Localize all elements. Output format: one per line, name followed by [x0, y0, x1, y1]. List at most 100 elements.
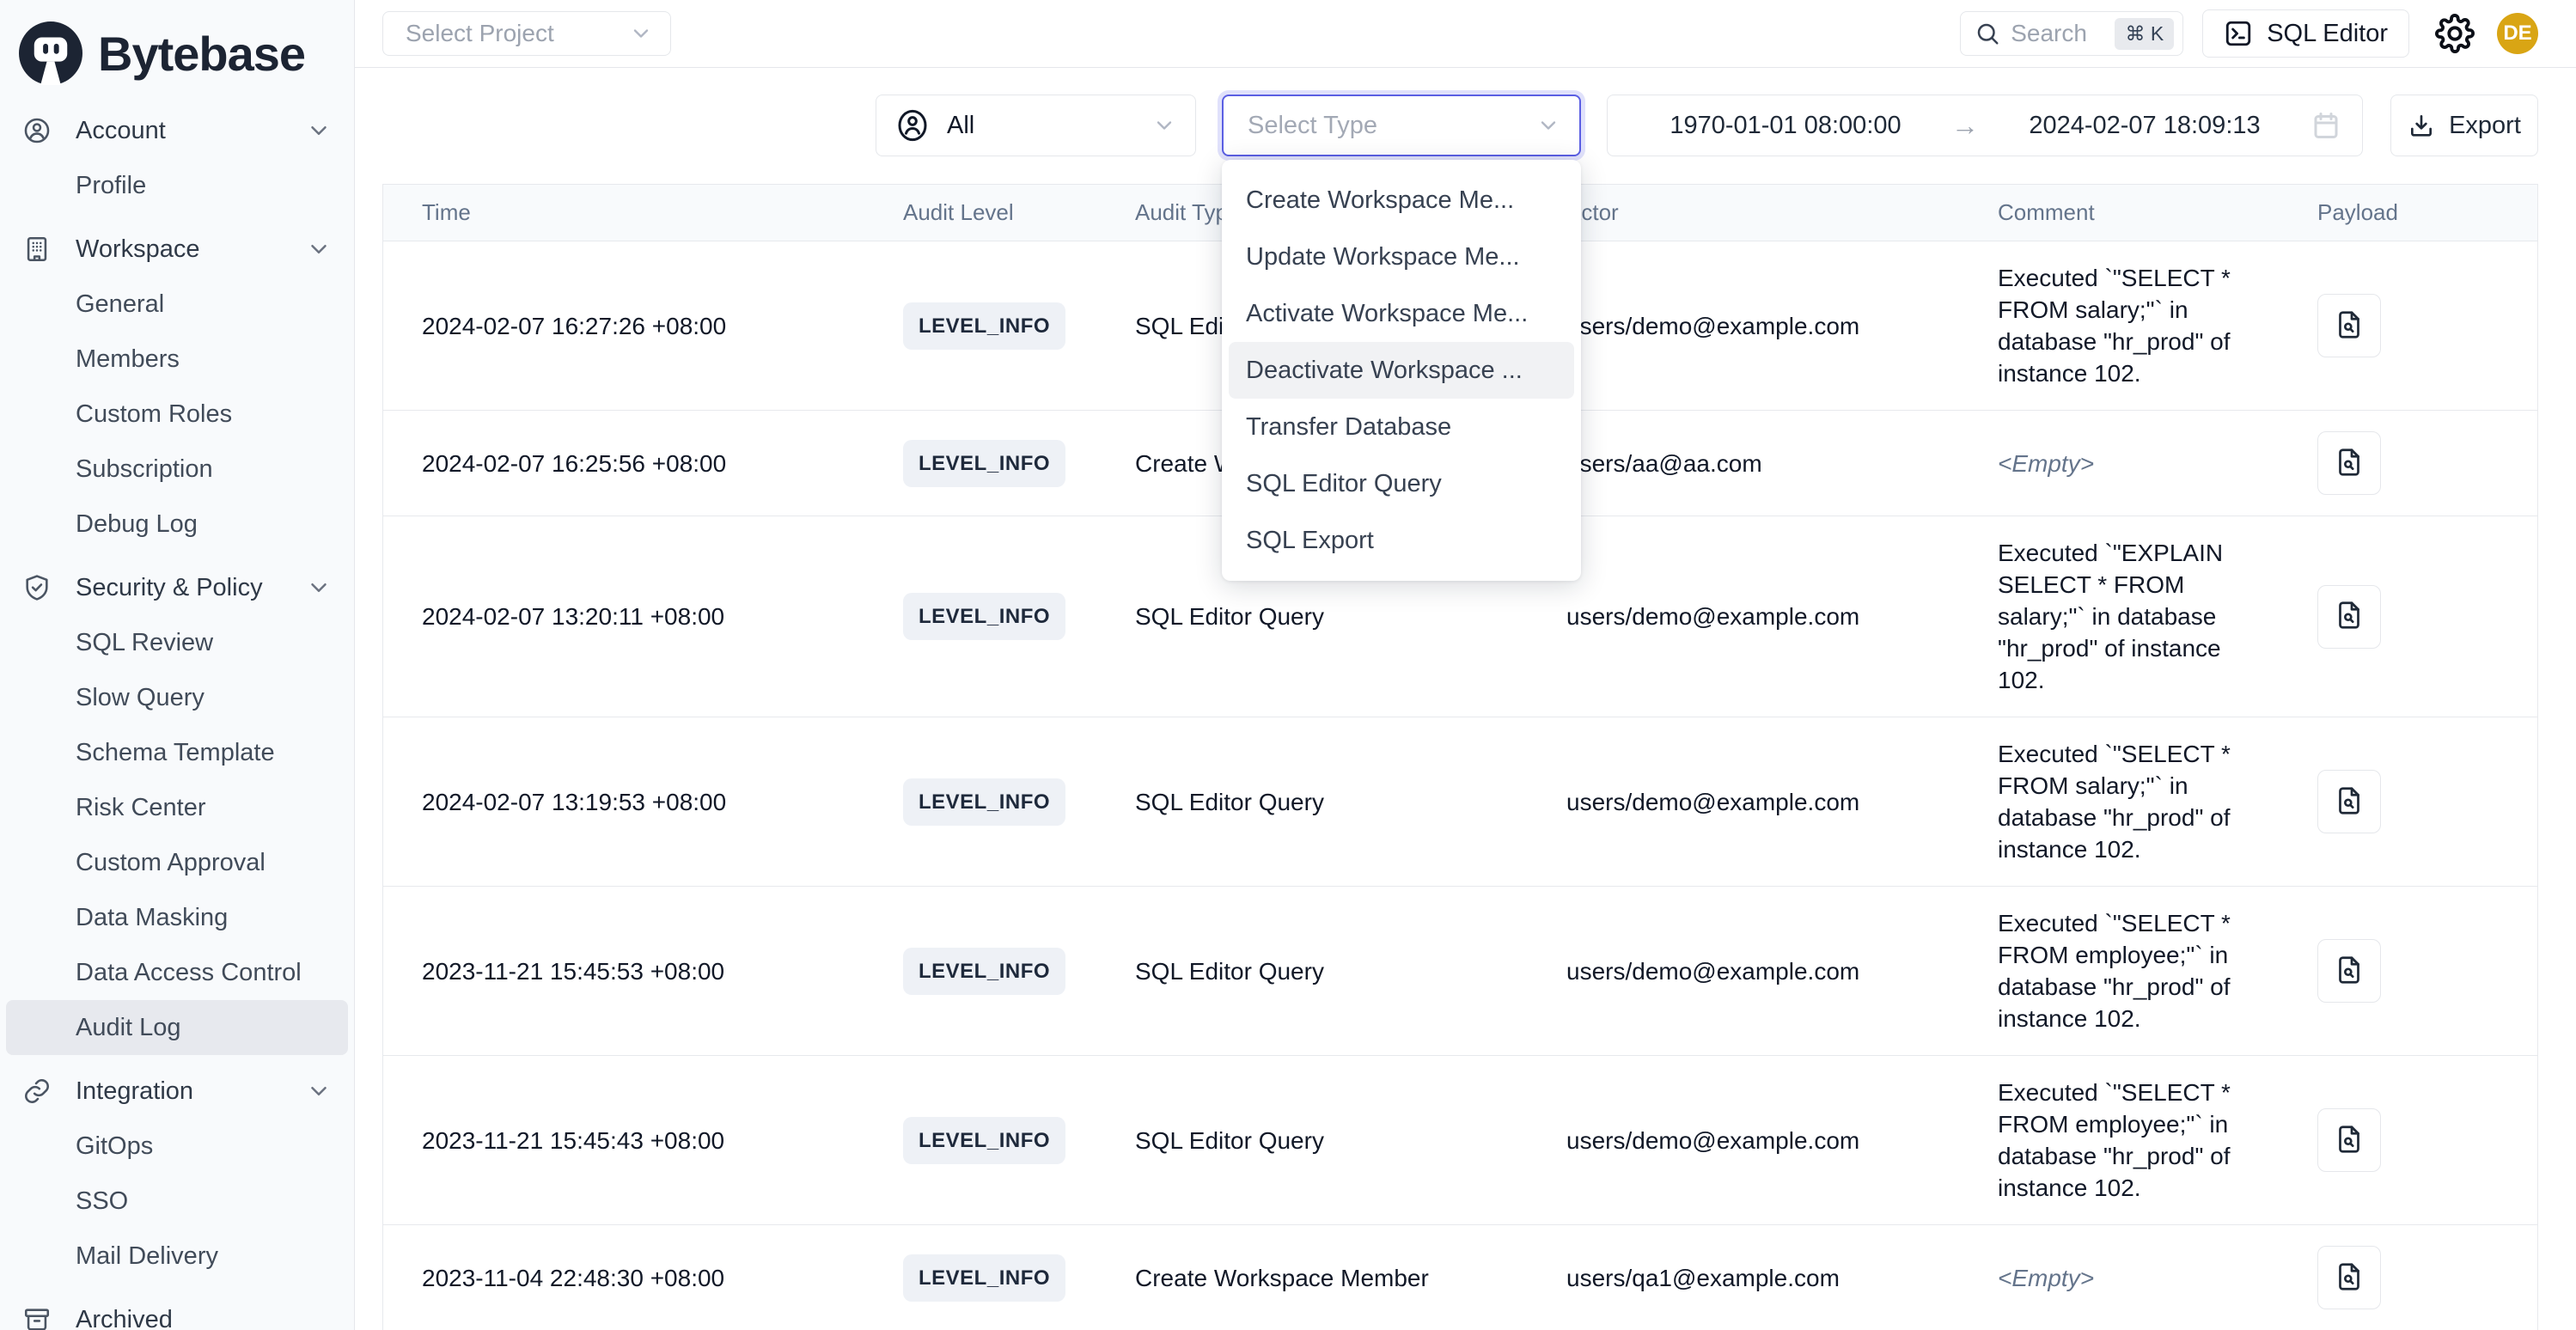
sidebar-item-members[interactable]: Members	[6, 332, 348, 387]
bytebase-logo-icon	[19, 21, 82, 85]
cell-time: 2023-11-21 15:45:53 +08:00	[383, 935, 886, 1008]
cell-payload	[2286, 918, 2537, 1023]
sidebar-group-label: Integration	[76, 1077, 306, 1106]
file-search-icon	[2334, 309, 2365, 343]
chevron-down-icon	[629, 21, 653, 46]
payload-view-button[interactable]	[2317, 294, 2381, 357]
payload-view-button[interactable]	[2317, 770, 2381, 833]
chevron-down-icon	[306, 236, 332, 262]
payload-view-button[interactable]	[2317, 1246, 2381, 1309]
file-search-icon	[2334, 1261, 2365, 1295]
cell-audit-level: LEVEL_INFO	[886, 282, 1118, 370]
column-header-time: Time	[383, 197, 886, 229]
sidebar-item-audit-log[interactable]: Audit Log	[6, 1000, 348, 1055]
date-range-picker[interactable]: 1970-01-01 08:00:00 → 2024-02-07 18:09:1…	[1607, 95, 2363, 156]
sidebar-group-account[interactable]: Account	[0, 103, 354, 158]
level-badge: LEVEL_INFO	[903, 440, 1065, 487]
payload-view-button[interactable]	[2317, 431, 2381, 495]
sidebar-item-label: GitOps	[76, 1132, 153, 1161]
sidebar-item-data-masking[interactable]: Data Masking	[6, 890, 348, 945]
cell-comment: <Empty>	[1977, 1242, 2286, 1315]
column-header-payload: Payload	[2286, 197, 2537, 229]
select-project-dropdown[interactable]: Select Project	[382, 11, 671, 56]
level-badge: LEVEL_INFO	[903, 1254, 1065, 1302]
sidebar-item-gitops[interactable]: GitOps	[6, 1119, 348, 1174]
sidebar-item-sso[interactable]: SSO	[6, 1174, 348, 1229]
sql-editor-button[interactable]: SQL Editor	[2202, 9, 2409, 58]
cell-time: 2023-11-21 15:45:43 +08:00	[383, 1104, 886, 1177]
cell-audit-level: LEVEL_INFO	[886, 758, 1118, 846]
type-menu-item-activate-workspace-me[interactable]: Activate Workspace Me...	[1229, 285, 1574, 342]
type-menu-item-update-workspace-me[interactable]: Update Workspace Me...	[1229, 229, 1574, 285]
export-label: Export	[2449, 112, 2521, 140]
search-icon	[1975, 21, 2000, 46]
sidebar-item-mail-delivery[interactable]: Mail Delivery	[6, 1229, 348, 1284]
level-badge: LEVEL_INFO	[903, 593, 1065, 640]
search-input[interactable]: Search ⌘ K	[1960, 11, 2183, 56]
type-menu-item-create-workspace-me[interactable]: Create Workspace Me...	[1229, 172, 1574, 229]
cell-time: 2024-02-07 16:27:26 +08:00	[383, 290, 886, 363]
archive-icon	[22, 1305, 52, 1330]
cell-time: 2024-02-07 13:19:53 +08:00	[383, 766, 886, 839]
select-project-label: Select Project	[406, 20, 629, 47]
gear-icon[interactable]	[2435, 14, 2475, 53]
empty-comment: <Empty>	[1998, 1265, 2094, 1291]
topbar: Select Project Search ⌘ K SQL	[355, 0, 2576, 68]
sidebar-group-security-policy[interactable]: Security & Policy	[0, 560, 354, 615]
export-button[interactable]: Export	[2390, 95, 2538, 156]
sidebar-item-slow-query[interactable]: Slow Query	[6, 670, 348, 725]
sidebar-item-sql-review[interactable]: SQL Review	[6, 615, 348, 670]
building-icon	[22, 235, 52, 264]
level-badge: LEVEL_INFO	[903, 948, 1065, 995]
sidebar-item-subscription[interactable]: Subscription	[6, 442, 348, 497]
cell-audit-type: Create Workspace Member	[1118, 1242, 1556, 1315]
type-menu-item-transfer-database[interactable]: Transfer Database	[1229, 399, 1574, 455]
sidebar-item-schema-template[interactable]: Schema Template	[6, 725, 348, 780]
sidebar-item-custom-roles[interactable]: Custom Roles	[6, 387, 348, 442]
type-filter-dropdown[interactable]: Select Type	[1222, 95, 1581, 156]
cell-comment: Executed `"SELECT * FROM employee;"` in …	[1977, 1056, 2286, 1224]
payload-view-button[interactable]	[2317, 1108, 2381, 1172]
brand[interactable]: Bytebase	[0, 0, 354, 95]
payload-view-button[interactable]	[2317, 939, 2381, 1003]
chevron-down-icon	[306, 118, 332, 143]
filter-bar: All Select Type 1970-01-01 08:00:00 → 20…	[355, 68, 2576, 156]
sidebar-item-risk-center[interactable]: Risk Center	[6, 780, 348, 835]
cell-time: 2024-02-07 16:25:56 +08:00	[383, 427, 886, 500]
sidebar-nav: AccountProfileWorkspaceGeneralMembersCus…	[0, 103, 354, 1330]
sidebar-item-label: Audit Log	[76, 1014, 181, 1042]
level-badge: LEVEL_INFO	[903, 778, 1065, 826]
sidebar-group-archived[interactable]: Archived	[0, 1292, 354, 1330]
level-badge: LEVEL_INFO	[903, 302, 1065, 350]
cell-actor: users/demo@example.com	[1556, 580, 1977, 653]
calendar-icon	[2310, 110, 2341, 141]
search-shortcut-badge: ⌘ K	[2115, 18, 2174, 50]
sidebar-item-general[interactable]: General	[6, 277, 348, 332]
type-filter-menu: Create Workspace Me...Update Workspace M…	[1222, 160, 1581, 581]
shield-check-icon	[22, 573, 52, 602]
type-menu-item-sql-editor-query[interactable]: SQL Editor Query	[1229, 455, 1574, 512]
cell-actor: users/demo@example.com	[1556, 935, 1977, 1008]
sidebar-group-label: Workspace	[76, 235, 306, 264]
actor-filter-dropdown[interactable]: All	[876, 95, 1196, 156]
file-search-icon	[2334, 447, 2365, 480]
type-menu-item-sql-export[interactable]: SQL Export	[1229, 512, 1574, 569]
avatar[interactable]: DE	[2497, 13, 2538, 54]
sidebar-item-data-access-control[interactable]: Data Access Control	[6, 945, 348, 1000]
sidebar-item-profile[interactable]: Profile	[6, 158, 348, 213]
payload-view-button[interactable]	[2317, 585, 2381, 649]
sidebar-group-workspace[interactable]: Workspace	[0, 222, 354, 277]
sidebar-item-label: Risk Center	[76, 794, 206, 822]
brand-name: Bytebase	[98, 26, 305, 82]
cell-comment: Executed `"SELECT * FROM salary;"` in da…	[1977, 717, 2286, 886]
cell-audit-type: SQL Editor Query	[1118, 1104, 1556, 1177]
sidebar-group-integration[interactable]: Integration	[0, 1064, 354, 1119]
sql-editor-label: SQL Editor	[2267, 20, 2388, 48]
type-menu-item-deactivate-workspace[interactable]: Deactivate Workspace ...	[1229, 342, 1574, 399]
cell-comment: Executed `"SELECT * FROM salary;"` in da…	[1977, 241, 2286, 410]
sidebar-item-debug-log[interactable]: Debug Log	[6, 497, 348, 552]
sidebar-item-custom-approval[interactable]: Custom Approval	[6, 835, 348, 890]
level-badge: LEVEL_INFO	[903, 1117, 1065, 1164]
cell-actor: users/demo@example.com	[1556, 290, 1977, 363]
sidebar-item-label: SSO	[76, 1187, 128, 1216]
